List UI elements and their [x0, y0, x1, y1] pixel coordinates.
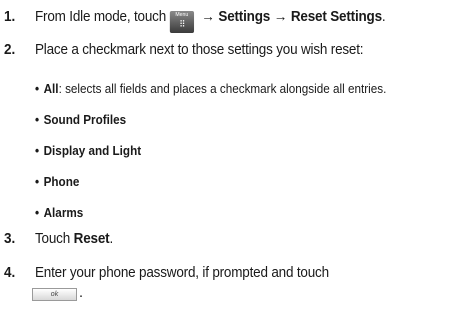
bullet-marker: •: [35, 174, 40, 189]
bullet-all-label: All: [43, 81, 59, 96]
step-1-intro: From Idle mode, touch: [35, 9, 167, 25]
menu-key-label: Menu: [175, 12, 189, 18]
keypad-grid-icon: ⠿: [179, 19, 185, 29]
ok-button-icon: ok: [32, 288, 77, 301]
bullet-marker: •: [35, 112, 40, 127]
bullet-all: • All: selects all fields and places a ch…: [35, 80, 386, 97]
step-3-period: .: [109, 231, 114, 247]
reset-label: Reset: [73, 231, 110, 247]
bullet-alarms-label: Alarms: [43, 205, 84, 220]
step-1-period: .: [381, 9, 386, 25]
bullet-sound-profiles: • Sound Profiles: [35, 111, 126, 128]
bullet-phone: • Phone: [35, 173, 79, 190]
bullet-marker: •: [35, 205, 40, 220]
step-3-intro: Touch: [35, 231, 71, 247]
step-2-text: Place a checkmark next to those settings…: [35, 42, 364, 58]
bullet-sound-profiles-label: Sound Profiles: [43, 112, 127, 127]
step-1-text: From Idle mode, touch Menu ⠿ → Settings → Rese…: [35, 8, 386, 33]
bullet-display-and-light: • Display and Light: [35, 142, 141, 159]
bullet-alarms: • Alarms: [35, 204, 83, 221]
menu-key-icon: Menu ⠿: [169, 11, 194, 33]
arrow-icon: →: [273, 9, 288, 25]
step-4-period: .: [79, 285, 84, 301]
step-3-number: 3.: [4, 231, 16, 247]
bullet-phone-label: Phone: [43, 174, 80, 189]
instruction-document: 1. From Idle mode, touch Menu ⠿ → Settings → R…: [0, 0, 476, 313]
bullet-display-and-light-label: Display and Light: [43, 143, 142, 158]
step-4-text: Enter your phone password, if prompted a…: [35, 265, 329, 281]
step-3-text: Touch Reset.: [35, 230, 113, 248]
step-4-number: 4.: [4, 265, 16, 281]
bullet-marker: •: [35, 143, 40, 158]
step-1-number: 1.: [4, 9, 16, 25]
settings-menu-item: Settings: [218, 9, 271, 25]
arrow-icon: →: [201, 9, 215, 25]
step-2-number: 2.: [4, 42, 16, 58]
reset-settings-menu-item: Reset Settings: [290, 9, 382, 25]
bullet-all-description: : selects all fields and places a checkm…: [58, 81, 387, 96]
bullet-marker: •: [35, 81, 40, 96]
